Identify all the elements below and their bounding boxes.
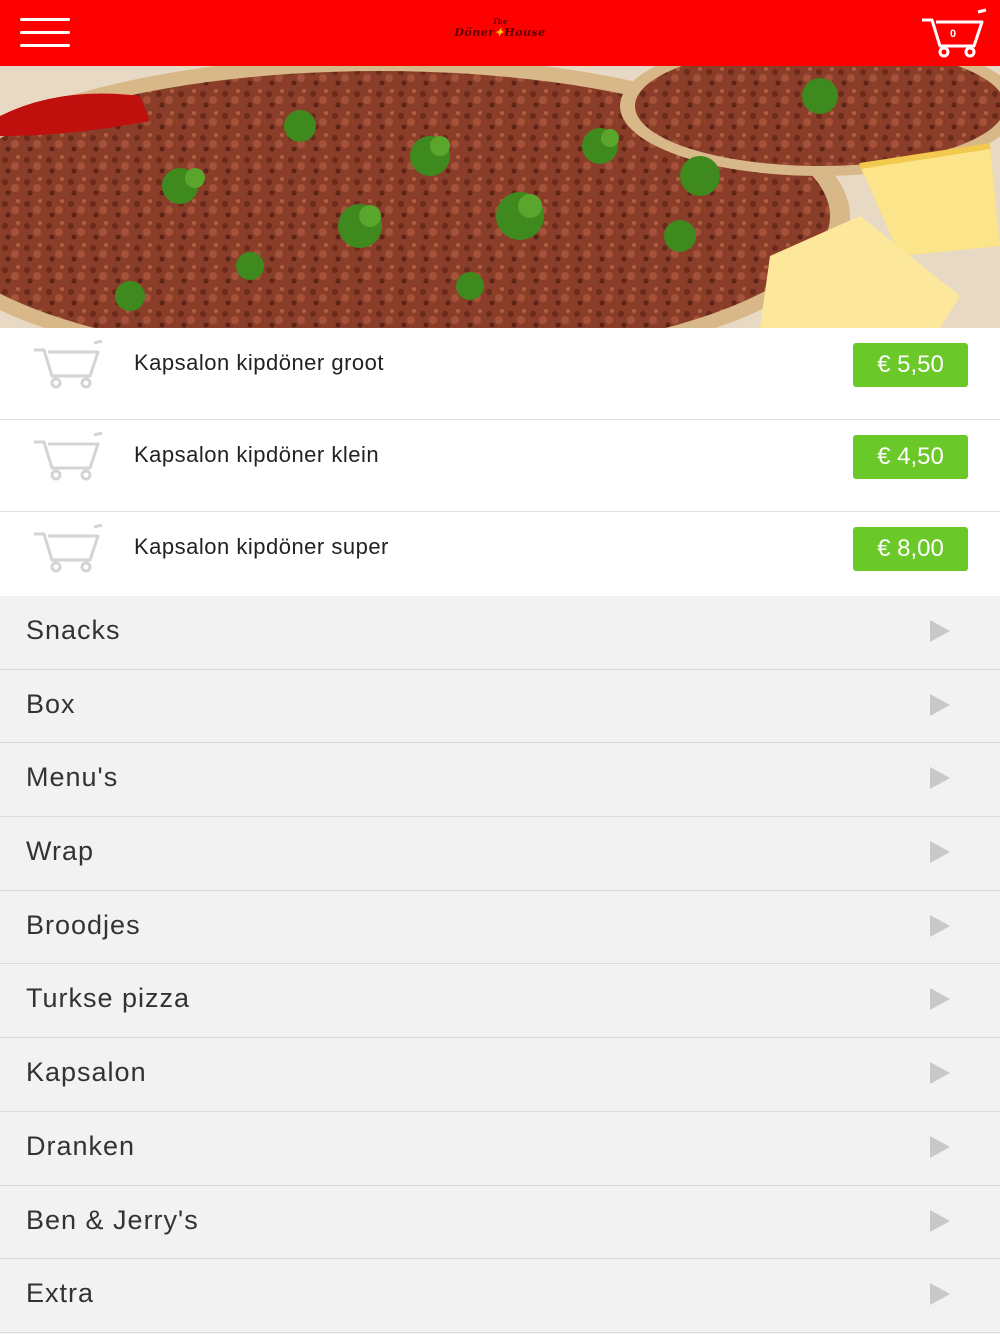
triangle-right-icon bbox=[930, 1135, 950, 1158]
price-button[interactable]: € 4,50 bbox=[853, 435, 968, 479]
category-label: Broodjes bbox=[26, 909, 141, 940]
category-label: Turkse pizza bbox=[26, 983, 191, 1014]
add-to-cart-icon[interactable] bbox=[32, 340, 104, 390]
add-to-cart-icon[interactable] bbox=[32, 432, 104, 482]
category-label: Menu's bbox=[26, 762, 119, 793]
hero-food-image bbox=[0, 66, 1000, 328]
category-item-ben-jerrys[interactable]: Ben & Jerry's bbox=[0, 1185, 1000, 1260]
add-to-cart-icon[interactable] bbox=[32, 524, 104, 574]
category-item-kapsalon[interactable]: Kapsalon bbox=[0, 1038, 1000, 1112]
price-button[interactable]: € 5,50 bbox=[853, 343, 968, 387]
category-label: Wrap bbox=[26, 836, 95, 867]
category-label: Snacks bbox=[26, 615, 121, 645]
category-item-dranken[interactable]: Dranken bbox=[0, 1111, 1000, 1186]
brand-logo[interactable]: The Döner✦House bbox=[440, 18, 560, 50]
product-row[interactable]: Kapsalon kipdöner super € 8,00 bbox=[0, 512, 1000, 604]
product-list: Kapsalon kipdöner groot € 5,50 Kapsalon … bbox=[0, 328, 1000, 604]
logo-main-left: Döner bbox=[454, 26, 495, 39]
shopping-cart-icon[interactable]: 0 bbox=[920, 8, 990, 58]
category-item-turkse-pizza[interactable]: Turkse pizza bbox=[0, 964, 1000, 1039]
category-list: Snacks Box Menu's Wrap Broodjes Turkse p… bbox=[0, 596, 1000, 1333]
product-name: Kapsalon kipdöner klein bbox=[134, 442, 380, 467]
triangle-right-icon bbox=[930, 1209, 950, 1232]
logo-small-text: The bbox=[492, 17, 508, 26]
triangle-right-icon bbox=[930, 1283, 950, 1306]
cart-count-badge: 0 bbox=[949, 28, 957, 40]
product-name: Kapsalon kipdöner super bbox=[134, 534, 389, 559]
category-item-snacks[interactable]: Snacks bbox=[0, 596, 1000, 670]
triangle-right-icon bbox=[930, 988, 950, 1011]
category-label: Kapsalon bbox=[26, 1057, 147, 1088]
triangle-right-icon bbox=[930, 914, 950, 937]
triangle-right-icon bbox=[930, 841, 950, 864]
hamburger-menu-icon[interactable] bbox=[20, 16, 70, 50]
triangle-right-icon bbox=[930, 693, 950, 716]
category-label: Ben & Jerry's bbox=[26, 1204, 199, 1235]
product-row[interactable]: Kapsalon kipdöner klein € 4,50 bbox=[0, 420, 1000, 512]
app-header: The Döner✦House 0 bbox=[0, 0, 1000, 66]
category-item-box[interactable]: Box bbox=[0, 669, 1000, 744]
category-item-menus[interactable]: Menu's bbox=[0, 743, 1000, 818]
flame-icon: ✦ bbox=[494, 26, 505, 39]
product-row[interactable]: Kapsalon kipdöner groot € 5,50 bbox=[0, 328, 1000, 420]
category-label: Dranken bbox=[26, 1130, 136, 1161]
price-button[interactable]: € 8,00 bbox=[853, 527, 968, 571]
hero-illustration bbox=[0, 66, 1000, 328]
category-label: Box bbox=[26, 688, 76, 719]
logo-main-right: House bbox=[504, 26, 546, 39]
category-item-wrap[interactable]: Wrap bbox=[0, 817, 1000, 891]
triangle-right-icon bbox=[930, 1062, 950, 1085]
category-item-broodjes[interactable]: Broodjes bbox=[0, 890, 1000, 965]
triangle-right-icon bbox=[930, 767, 950, 790]
product-name: Kapsalon kipdöner groot bbox=[134, 350, 384, 375]
category-item-extra[interactable]: Extra bbox=[0, 1259, 1000, 1333]
category-label: Extra bbox=[26, 1278, 95, 1309]
triangle-right-icon bbox=[930, 620, 950, 642]
